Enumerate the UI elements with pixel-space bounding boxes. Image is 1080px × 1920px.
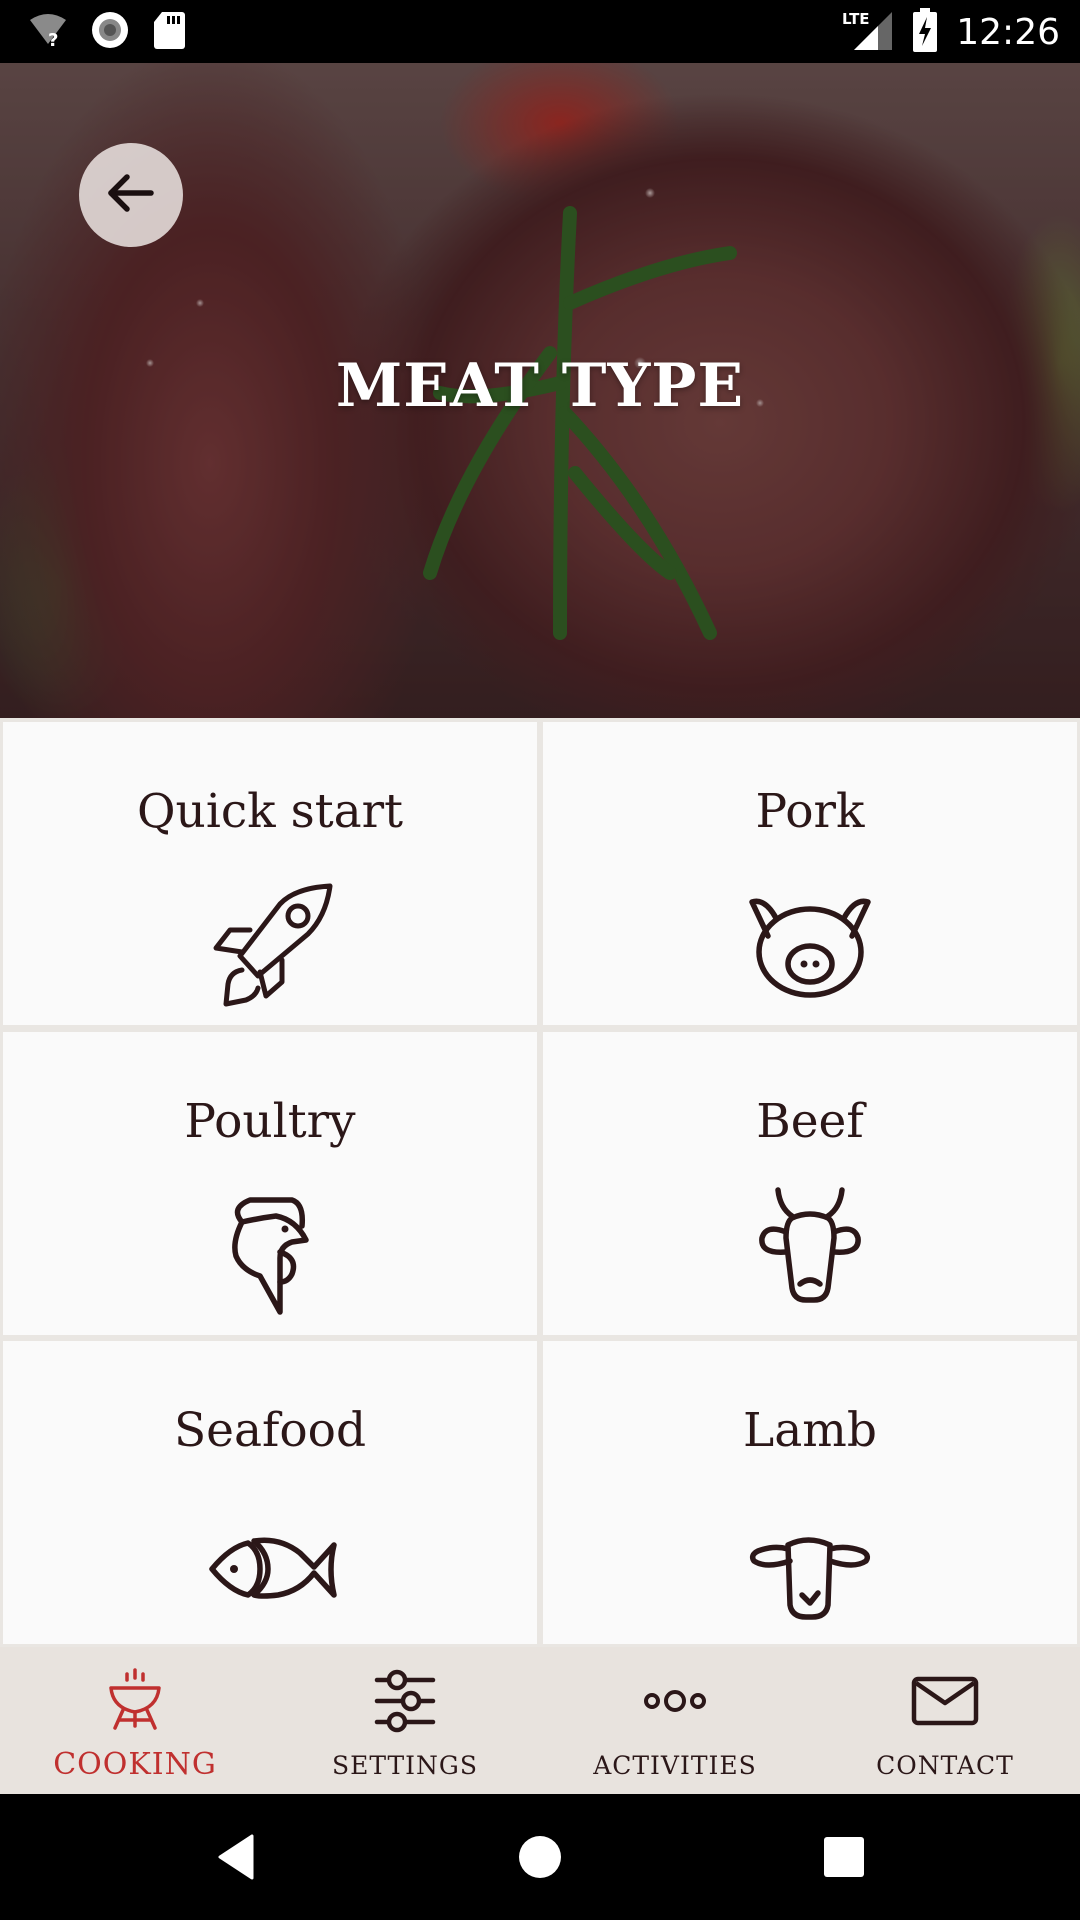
tile-lamb[interactable]: Lamb <box>543 1341 1077 1644</box>
nav-item-contact[interactable]: CONTACT <box>810 1647 1080 1794</box>
svg-text:?: ? <box>48 30 58 50</box>
system-recents-button[interactable] <box>814 1834 874 1884</box>
lamb-icon <box>740 1491 880 1631</box>
tile-label: Pork <box>755 784 865 839</box>
status-bar: ? LTE 12:26 <box>0 0 1080 63</box>
tile-beef[interactable]: Beef <box>543 1032 1077 1335</box>
tile-label: Poultry <box>184 1094 356 1149</box>
envelope-icon <box>905 1661 985 1741</box>
tile-seafood[interactable]: Seafood <box>3 1341 537 1644</box>
arrow-left-icon <box>103 165 159 225</box>
tile-quick-start[interactable]: Quick start <box>3 722 537 1025</box>
nav-item-settings[interactable]: SETTINGS <box>270 1647 540 1794</box>
sliders-icon <box>365 1661 445 1741</box>
tile-label: Lamb <box>743 1403 877 1458</box>
tile-poultry[interactable]: Poultry <box>3 1032 537 1335</box>
grill-icon <box>95 1661 175 1741</box>
wifi-unknown-icon: ? <box>28 10 68 54</box>
system-back-button[interactable] <box>206 1834 266 1884</box>
nav-label: COOKING <box>53 1747 217 1782</box>
cow-icon <box>740 1182 880 1322</box>
nav-item-activities[interactable]: ACTIVITIES <box>540 1647 810 1794</box>
sd-card-icon <box>152 10 186 54</box>
svg-text:LTE: LTE <box>842 10 870 28</box>
tile-pork[interactable]: Pork <box>543 722 1077 1025</box>
nav-label: SETTINGS <box>331 1751 479 1780</box>
nav-label: CONTACT <box>876 1751 1014 1780</box>
tile-label: Quick start <box>137 784 403 839</box>
circle-home-icon <box>517 1834 563 1884</box>
tile-label: Seafood <box>173 1403 367 1458</box>
pig-icon <box>740 872 880 1012</box>
system-nav-bar <box>0 1794 1080 1920</box>
nav-label: ACTIVITIES <box>593 1751 757 1780</box>
dots-icon <box>635 1661 715 1741</box>
square-recents-icon <box>823 1836 865 1882</box>
tile-label: Beef <box>756 1094 864 1149</box>
nav-item-cooking[interactable]: COOKING <box>0 1647 270 1794</box>
clock: 12:26 <box>956 11 1060 53</box>
page-title: MEAT TYPE <box>335 351 745 421</box>
back-button[interactable] <box>79 143 183 247</box>
battery-charging-icon <box>912 8 938 56</box>
status-bar-right: LTE 12:26 <box>842 6 1060 58</box>
rocket-icon <box>200 872 340 1012</box>
rooster-icon <box>200 1182 340 1322</box>
meat-type-grid: Quick start Pork Poultry Beef Seafood La… <box>0 718 1080 1647</box>
triangle-back-icon <box>216 1834 256 1884</box>
bottom-nav: COOKING SETTINGS ACTIVITIES CONTACT <box>0 1647 1080 1794</box>
status-bar-left: ? <box>28 10 186 54</box>
lte-signal-icon: LTE <box>842 8 894 56</box>
record-icon <box>90 10 130 54</box>
system-home-button[interactable] <box>510 1834 570 1884</box>
fish-icon <box>200 1491 340 1631</box>
hero-banner: MEAT TYPE <box>0 63 1080 718</box>
